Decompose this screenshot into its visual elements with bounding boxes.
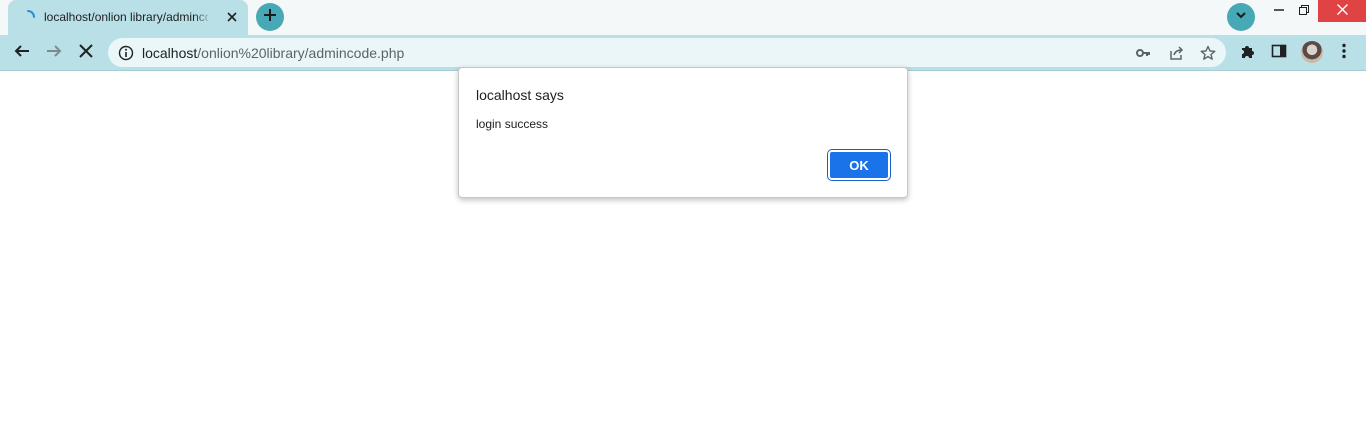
arrow-right-icon — [46, 43, 62, 64]
stop-loading-button[interactable] — [72, 39, 100, 67]
back-button[interactable] — [8, 39, 36, 67]
key-icon[interactable] — [1134, 44, 1152, 62]
url-path: /onlion%20library/admincode.php — [197, 45, 405, 61]
forward-button[interactable] — [40, 39, 68, 67]
url-text[interactable]: localhost/onlion%20library/admincode.php — [142, 45, 404, 61]
restore-icon — [1299, 2, 1309, 20]
loading-spinner-icon — [20, 9, 36, 25]
share-icon[interactable] — [1167, 44, 1185, 62]
tab-title: localhost/onlion library/admincode.php — [44, 10, 208, 24]
profile-avatar[interactable] — [1301, 41, 1323, 63]
tab-title-fade — [194, 8, 212, 26]
close-icon[interactable] — [223, 8, 241, 26]
ok-button[interactable]: OK — [828, 150, 890, 180]
arrow-left-icon — [14, 43, 30, 64]
close-window-button[interactable] — [1318, 0, 1366, 22]
dialog-title: localhost says — [476, 87, 564, 103]
close-icon — [1336, 2, 1348, 20]
extensions-button[interactable] — [1237, 42, 1259, 64]
close-icon — [79, 43, 93, 63]
new-tab-button[interactable] — [256, 3, 284, 31]
side-panel-icon — [1271, 43, 1287, 64]
kebab-menu-icon — [1342, 43, 1346, 64]
side-panel-button[interactable] — [1268, 42, 1290, 64]
puzzle-icon — [1240, 43, 1256, 64]
browser-tab[interactable]: localhost/onlion library/admincode.php — [8, 0, 248, 35]
browser-menu-button[interactable] — [1333, 42, 1355, 64]
browser-toolbar: localhost/onlion%20library/admincode.php — [0, 35, 1366, 71]
tab-search-button[interactable] — [1227, 3, 1255, 31]
url-host: localhost — [142, 45, 198, 61]
alert-dialog: localhost says login success OK — [458, 67, 908, 198]
plus-icon — [263, 8, 277, 27]
address-bar[interactable]: localhost/onlion%20library/admincode.php — [108, 38, 1226, 67]
chevron-down-icon — [1235, 8, 1247, 26]
dialog-message: login success — [476, 117, 549, 131]
tab-strip: localhost/onlion library/admincode.php — [0, 0, 1366, 35]
info-icon[interactable] — [118, 45, 134, 61]
star-icon[interactable] — [1199, 44, 1217, 62]
